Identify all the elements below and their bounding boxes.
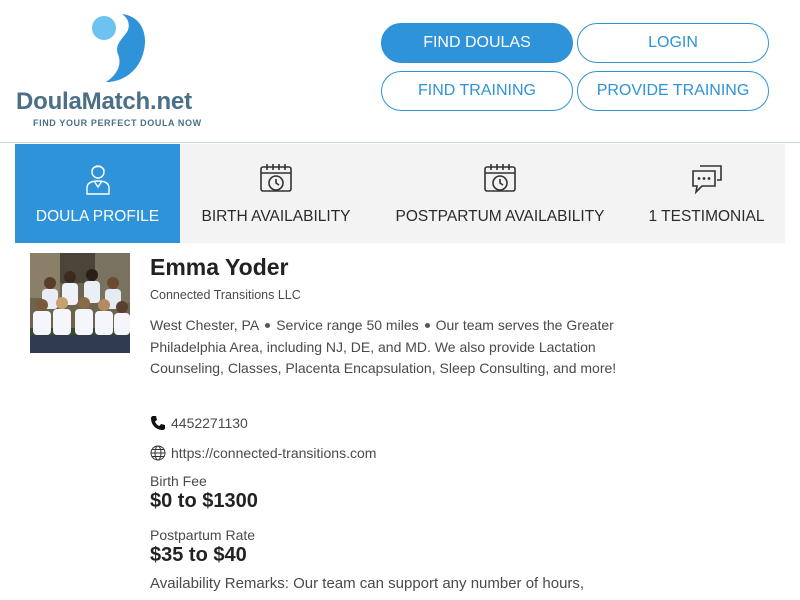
find-doulas-button[interactable]: FIND DOULAS: [381, 23, 573, 63]
site-header: DoulaMatch.net FIND YOUR PERFECT DOULA N…: [0, 0, 800, 143]
group-photo-image: [30, 253, 130, 353]
phone-icon: [151, 416, 165, 430]
tab-testimonials[interactable]: 1 TESTIMONIAL: [628, 144, 785, 243]
tab-label: BIRTH AVAILABILITY: [201, 208, 351, 225]
availability-remarks: Availability Remarks: Our team can suppo…: [150, 575, 585, 592]
logo-mark-icon: [92, 14, 146, 82]
provide-training-button[interactable]: PROVIDE TRAINING: [577, 71, 769, 111]
profile-description: West Chester, PA Service range 50 miles Ou…: [150, 315, 620, 380]
tab-label: 1 TESTIMONIAL: [648, 208, 765, 225]
doula-person-icon: [85, 165, 110, 195]
phone-row[interactable]: 4452271130: [150, 414, 248, 432]
website-link[interactable]: https://connected-transitions.com: [171, 445, 376, 461]
tab-birth-availability[interactable]: BIRTH AVAILABILITY: [180, 144, 372, 243]
calendar-clock-icon: [484, 164, 516, 192]
birth-fee-label: Birth Fee: [150, 473, 207, 489]
calendar-clock-icon: [260, 164, 292, 192]
logo-tagline: FIND YOUR PERFECT DOULA NOW: [33, 118, 202, 128]
separator-dot: [424, 322, 430, 328]
profile-tabs: DOULA PROFILE BIRTH AVAILABILITY POSTPAR…: [15, 144, 785, 243]
site-logo[interactable]: DoulaMatch.net FIND YOUR PERFECT DOULA N…: [16, 10, 226, 135]
login-button[interactable]: LOGIN: [577, 23, 769, 63]
tab-label: POSTPARTUM AVAILABILITY: [395, 208, 605, 225]
tab-label: DOULA PROFILE: [35, 208, 160, 225]
profile-photo: [30, 253, 130, 353]
find-training-button[interactable]: FIND TRAINING: [381, 71, 573, 111]
chat-bubble-icon: [691, 165, 722, 195]
postpartum-rate-label: Postpartum Rate: [150, 527, 256, 543]
postpartum-rate-value: $35 to $40: [150, 544, 247, 566]
globe-icon: [150, 445, 166, 461]
website-row[interactable]: https://connected-transitions.com: [150, 444, 376, 462]
tab-doula-profile[interactable]: DOULA PROFILE: [15, 144, 180, 243]
logo-wordmark: DoulaMatch.net: [16, 88, 192, 115]
company-name: Connected Transitions LLC: [150, 288, 301, 302]
phone-number[interactable]: 4452271130: [171, 415, 248, 431]
tab-postpartum-availability[interactable]: POSTPARTUM AVAILABILITY: [372, 144, 628, 243]
birth-fee-value: $0 to $1300: [150, 490, 258, 512]
service-range: Service range 50 miles: [276, 317, 419, 333]
doula-name: Emma Yoder: [150, 254, 289, 280]
separator-dot: [265, 322, 271, 328]
location: West Chester, PA: [150, 317, 260, 333]
